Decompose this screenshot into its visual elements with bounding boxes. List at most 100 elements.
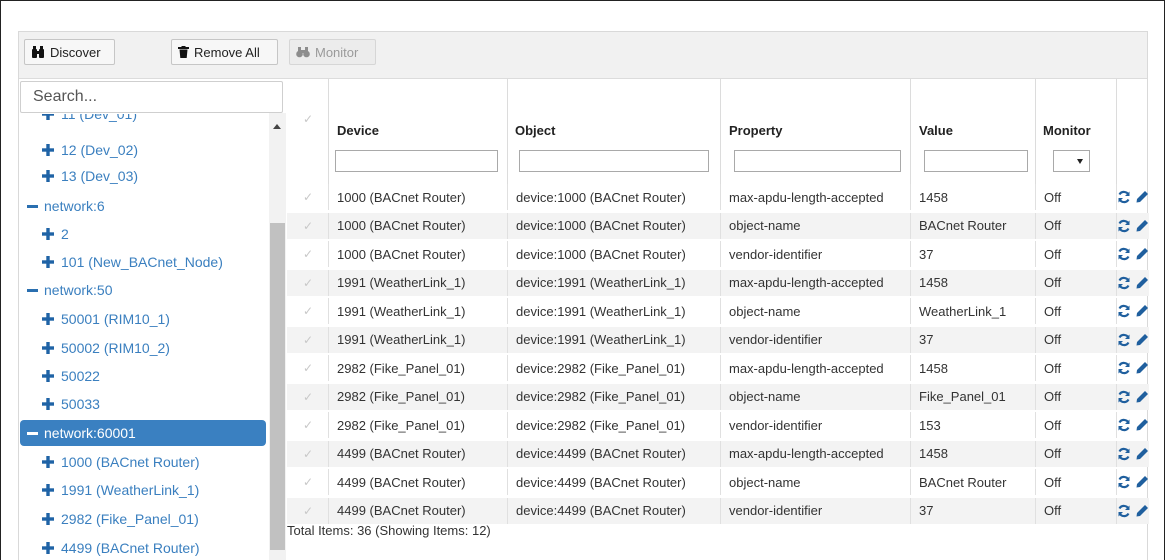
table-row[interactable]: ✓ 1991 (WeatherLink_1) device:1991 (Weathe… <box>287 269 1149 296</box>
row-check-icon[interactable]: ✓ <box>303 418 313 432</box>
plus-icon[interactable] <box>42 313 54 325</box>
table-row[interactable]: ✓ 1000 (BACnet Router) device:1000 (BACnet… <box>287 184 1149 210</box>
row-check-icon[interactable]: ✓ <box>303 276 313 290</box>
refresh-icon[interactable] <box>1117 504 1131 518</box>
plus-icon[interactable] <box>42 513 54 525</box>
pencil-icon[interactable] <box>1135 276 1149 290</box>
cell-monitor: Off <box>1035 412 1116 438</box>
pencil-icon[interactable] <box>1135 390 1149 404</box>
pencil-icon[interactable] <box>1135 418 1149 432</box>
table-row[interactable]: ✓ 2982 (Fike_Panel_01) device:2982 (Fike_P… <box>287 412 1149 438</box>
tree-scrollbar[interactable] <box>269 113 286 560</box>
tree-device-node[interactable]: 13 (Dev_03) <box>42 163 138 189</box>
pencil-icon[interactable] <box>1135 190 1149 204</box>
table-row[interactable]: ✓ 1991 (WeatherLink_1) device:1991 (Weathe… <box>287 326 1149 353</box>
row-check-icon[interactable]: ✓ <box>303 361 313 375</box>
row-check-icon[interactable]: ✓ <box>303 475 313 489</box>
refresh-icon[interactable] <box>1117 418 1131 432</box>
tree-network-node[interactable]: network:50 <box>20 277 112 303</box>
plus-icon[interactable] <box>42 484 54 496</box>
scrollbar-thumb[interactable] <box>270 223 285 550</box>
tree-device-node[interactable]: 1000 (BACnet Router) <box>42 449 200 475</box>
tree-device-node[interactable]: 101 (New_BACnet_Node) <box>42 249 223 275</box>
column-header-device[interactable]: Device <box>337 123 379 138</box>
tree-device-node[interactable]: 50001 (RIM10_1) <box>42 306 170 332</box>
scroll-up-arrow[interactable] <box>273 124 281 129</box>
plus-icon[interactable] <box>42 342 54 354</box>
tree-device-node[interactable]: 2 <box>42 221 69 247</box>
refresh-icon[interactable] <box>1117 333 1131 347</box>
row-check-icon[interactable]: ✓ <box>303 247 313 261</box>
tree-device-node[interactable]: 12 (Dev_02) <box>42 137 138 163</box>
column-header-property[interactable]: Property <box>729 123 782 138</box>
table-row[interactable]: ✓ 1000 (BACnet Router) device:1000 (BACnet… <box>287 241 1149 267</box>
plus-icon[interactable] <box>42 542 54 554</box>
tree-node-label: 2982 (Fike_Panel_01) <box>61 511 199 527</box>
pencil-icon[interactable] <box>1135 475 1149 489</box>
plus-icon[interactable] <box>42 456 54 468</box>
refresh-icon[interactable] <box>1117 190 1131 204</box>
column-header-value[interactable]: Value <box>919 123 953 138</box>
tree-network-node[interactable]: network:6 <box>20 193 105 219</box>
table-row[interactable]: ✓ 4499 (BACnet Router) device:4499 (BACnet… <box>287 440 1149 467</box>
refresh-icon[interactable] <box>1117 475 1131 489</box>
table-row[interactable]: ✓ 4499 (BACnet Router) device:4499 (BACnet… <box>287 497 1149 524</box>
tree-device-node[interactable]: 50002 (RIM10_2) <box>42 335 170 361</box>
row-check-icon[interactable]: ✓ <box>303 504 313 518</box>
plus-icon[interactable] <box>42 228 54 240</box>
device-filter-input[interactable] <box>335 150 498 172</box>
remove-all-button[interactable]: Remove All <box>171 39 278 65</box>
cell-property: max-apdu-length-accepted <box>720 184 910 210</box>
monitor-filter-select[interactable] <box>1053 150 1090 172</box>
tree-device-node[interactable]: 1991 (WeatherLink_1) <box>42 477 199 503</box>
row-check-icon[interactable]: ✓ <box>303 219 313 233</box>
pencil-icon[interactable] <box>1135 333 1149 347</box>
row-check-icon[interactable]: ✓ <box>303 304 313 318</box>
column-header-monitor[interactable]: Monitor <box>1043 123 1091 138</box>
select-all-check-icon[interactable]: ✓ <box>303 112 313 126</box>
column-header-object[interactable]: Object <box>515 123 555 138</box>
minus-icon[interactable] <box>27 431 38 435</box>
refresh-icon[interactable] <box>1117 447 1131 461</box>
table-row[interactable]: ✓ 4499 (BACnet Router) device:4499 (BACnet… <box>287 469 1149 495</box>
minus-icon[interactable] <box>27 204 38 208</box>
tree-device-node[interactable]: 2982 (Fike_Panel_01) <box>42 506 199 532</box>
tree-device-node[interactable]: 50022 <box>42 363 100 389</box>
table-row[interactable]: ✓ 2982 (Fike_Panel_01) device:2982 (Fike_P… <box>287 355 1149 381</box>
discover-button[interactable]: Discover <box>24 39 115 65</box>
pencil-icon[interactable] <box>1135 504 1149 518</box>
pencil-icon[interactable] <box>1135 304 1149 318</box>
refresh-icon[interactable] <box>1117 219 1131 233</box>
plus-icon[interactable] <box>42 256 54 268</box>
refresh-icon[interactable] <box>1117 390 1131 404</box>
row-check-icon[interactable]: ✓ <box>303 447 313 461</box>
plus-icon[interactable] <box>42 370 54 382</box>
pencil-icon[interactable] <box>1135 219 1149 233</box>
refresh-icon[interactable] <box>1117 247 1131 261</box>
plus-icon[interactable] <box>42 170 54 182</box>
refresh-icon[interactable] <box>1117 361 1131 375</box>
tree-device-node[interactable]: 50033 <box>42 391 100 417</box>
tree-node-label: 50001 (RIM10_1) <box>61 311 170 327</box>
row-check-icon[interactable]: ✓ <box>303 190 313 204</box>
row-check-icon[interactable]: ✓ <box>303 390 313 404</box>
table-row[interactable]: ✓ 1991 (WeatherLink_1) device:1991 (Weathe… <box>287 298 1149 324</box>
pencil-icon[interactable] <box>1135 247 1149 261</box>
tree-device-node[interactable]: 4499 (BACnet Router) <box>42 535 200 560</box>
minus-icon[interactable] <box>27 288 38 292</box>
table-row[interactable]: ✓ 1000 (BACnet Router) device:1000 (BACnet… <box>287 212 1149 239</box>
pencil-icon[interactable] <box>1135 447 1149 461</box>
plus-icon[interactable] <box>42 398 54 410</box>
row-check-icon[interactable]: ✓ <box>303 333 313 347</box>
refresh-icon[interactable] <box>1117 304 1131 318</box>
table-row[interactable]: ✓ 2982 (Fike_Panel_01) device:2982 (Fike_P… <box>287 383 1149 410</box>
pencil-icon[interactable] <box>1135 361 1149 375</box>
tree-network-node[interactable]: network:60001 <box>20 420 266 446</box>
plus-icon[interactable] <box>42 144 54 156</box>
value-filter-input[interactable] <box>924 150 1028 172</box>
search-input[interactable] <box>20 81 283 113</box>
object-filter-input[interactable] <box>519 150 709 172</box>
property-filter-input[interactable] <box>734 150 901 172</box>
monitor-button[interactable]: Monitor <box>289 39 376 65</box>
refresh-icon[interactable] <box>1117 276 1131 290</box>
